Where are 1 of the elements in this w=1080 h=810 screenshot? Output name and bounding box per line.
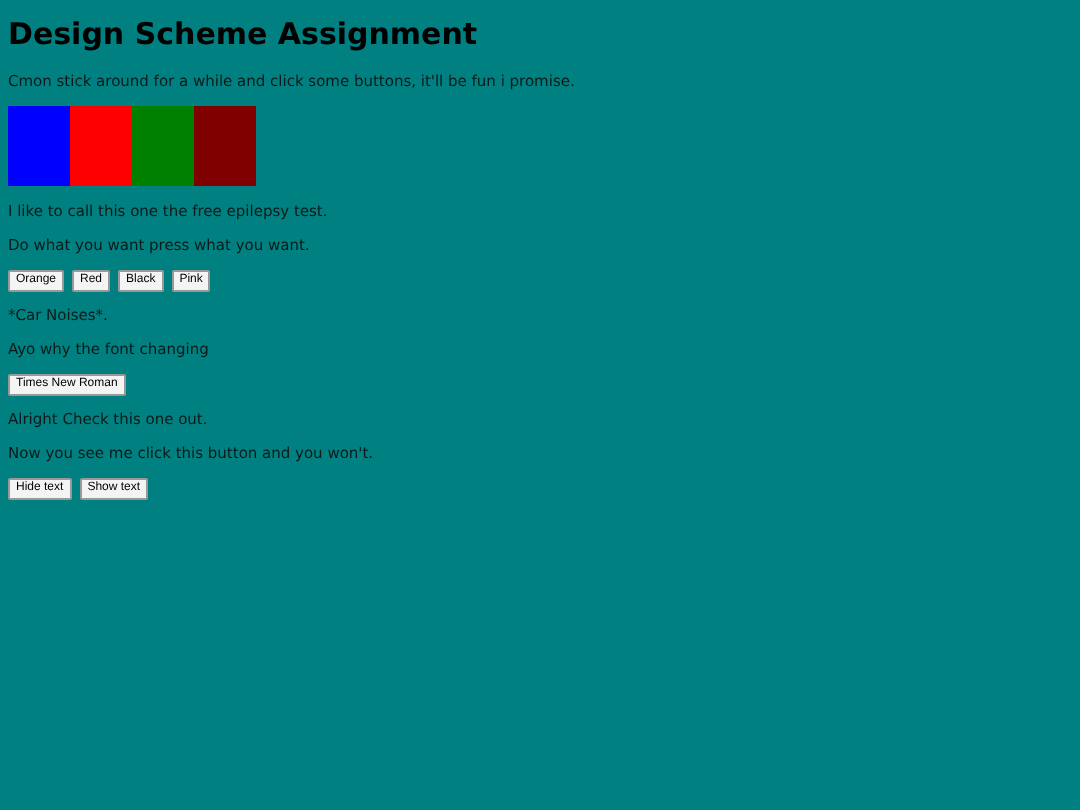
page-title: Design Scheme Assignment [8,16,480,52]
